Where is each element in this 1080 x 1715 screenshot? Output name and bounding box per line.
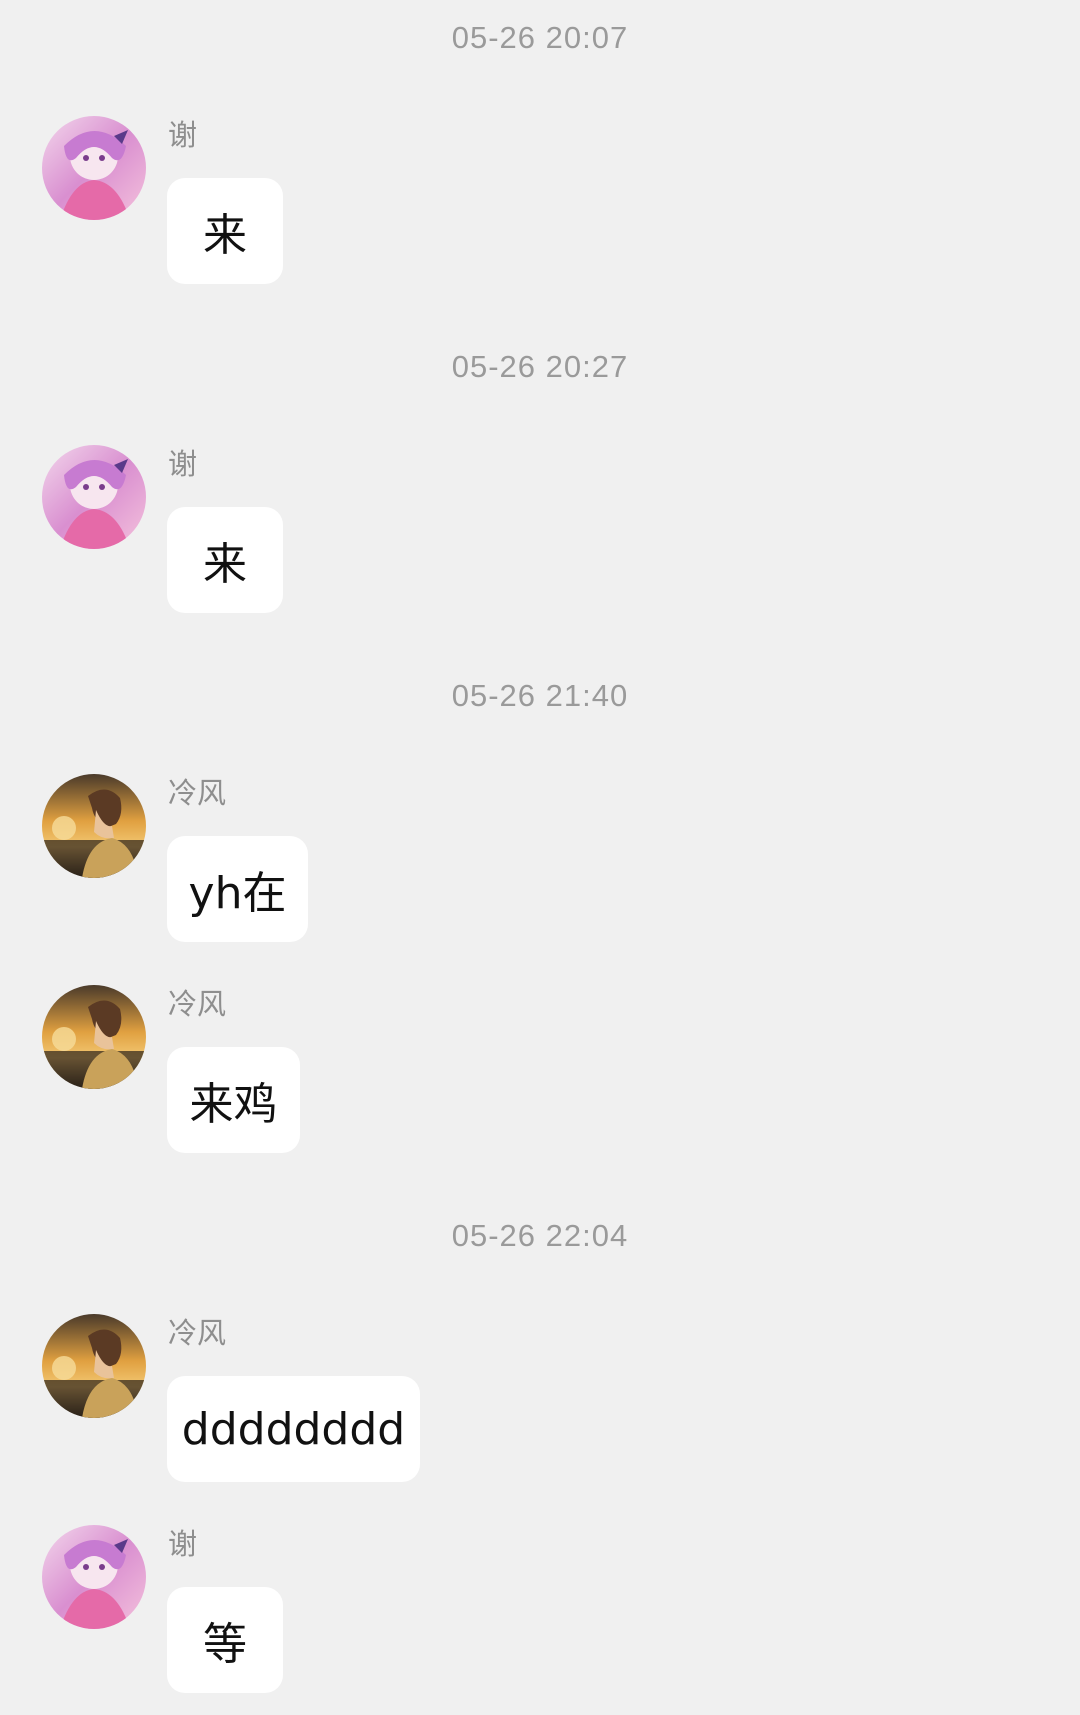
anime-girl-avatar-icon [42, 116, 146, 220]
sender-name: 谢 [168, 118, 198, 152]
avatar[interactable] [42, 445, 146, 549]
message-bubble[interactable]: dddddddd [167, 1376, 420, 1482]
message-bubble[interactable]: 来 [167, 507, 283, 613]
anime-girl-avatar-icon [42, 1525, 146, 1629]
anime-boy-avatar-icon [42, 774, 146, 878]
avatar[interactable] [42, 985, 146, 1089]
avatar[interactable] [42, 1314, 146, 1418]
anime-girl-avatar-icon [42, 445, 146, 549]
sender-name: 冷风 [168, 1316, 227, 1350]
sender-name: 谢 [168, 1527, 198, 1561]
message-bubble[interactable]: 来鸡 [167, 1047, 300, 1153]
message-bubble[interactable]: 等 [167, 1587, 283, 1693]
message-timestamp: 05-26 21:40 [451, 678, 629, 713]
message-bubble[interactable]: 来 [167, 178, 283, 284]
message-timestamp: 05-26 20:27 [451, 349, 629, 384]
sender-name: 冷风 [168, 776, 227, 810]
avatar[interactable] [42, 774, 146, 878]
message-timestamp: 05-26 20:07 [451, 20, 629, 55]
anime-boy-avatar-icon [42, 985, 146, 1089]
message-bubble[interactable]: yh在 [167, 836, 308, 942]
avatar[interactable] [42, 1525, 146, 1629]
anime-boy-avatar-icon [42, 1314, 146, 1418]
sender-name: 谢 [168, 447, 198, 481]
avatar[interactable] [42, 116, 146, 220]
chat-history[interactable]: 05-26 20:07 谢 来 05-26 20:27 谢 来 05-26 21… [0, 0, 1080, 1715]
message-timestamp: 05-26 22:04 [451, 1218, 629, 1253]
sender-name: 冷风 [168, 987, 227, 1021]
